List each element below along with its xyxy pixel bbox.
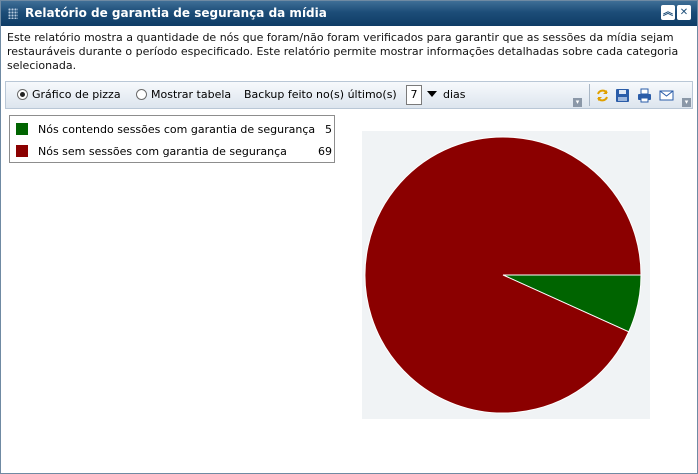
legend-swatch-protected (16, 123, 28, 135)
legend-item-unprotected[interactable]: Nós sem sessões com garantia de seguranç… (16, 143, 332, 159)
show-table-radio-label: Mostrar tabela (151, 88, 232, 101)
email-icon[interactable] (658, 87, 675, 103)
pie-chart (364, 136, 642, 414)
pie-chart-radio[interactable]: Gráfico de pizza (17, 88, 121, 101)
days-label: dias (443, 88, 466, 101)
pie-slice-unprotected[interactable] (364, 136, 642, 414)
chart-legend: Nós contendo sessões com garantia de seg… (9, 115, 335, 163)
collapse-icon[interactable]: ︽ (661, 5, 675, 20)
refresh-icon-graphic (597, 89, 608, 101)
chevron-down-icon[interactable] (427, 91, 437, 97)
close-icon[interactable]: ✕ (677, 5, 691, 20)
pie-chart-radio-button[interactable] (17, 89, 28, 100)
days-select[interactable]: 7 (406, 85, 422, 105)
legend-value-unprotected: 69 (318, 144, 332, 158)
pie-chart-radio-label: Gráfico de pizza (32, 88, 121, 101)
refresh-icon[interactable] (594, 87, 611, 103)
report-window: Relatório de garantia de segurança da mí… (0, 0, 698, 474)
toolbar-separator (589, 84, 590, 106)
show-table-radio-button[interactable] (136, 89, 147, 100)
legend-item-protected[interactable]: Nós contendo sessões com garantia de seg… (16, 121, 332, 137)
backup-period-label: Backup feito no(s) último(s) (244, 88, 397, 101)
legend-value-protected: 5 (325, 122, 332, 136)
window-title: Relatório de garantia de segurança da mí… (25, 6, 327, 20)
pie-chart-area (362, 131, 650, 419)
print-icon[interactable] (636, 87, 653, 103)
drag-grip-icon[interactable] (8, 8, 18, 19)
report-description: Este relatório mostra a quantidade de nó… (7, 31, 679, 72)
legend-label-unprotected: Nós sem sessões com garantia de seguranç… (38, 144, 287, 158)
email-icon-graphic (659, 90, 674, 100)
title-bar: Relatório de garantia de segurança da mí… (1, 1, 697, 26)
save-icon-graphic (616, 88, 629, 102)
report-toolbar: Gráfico de pizza Mostrar tabela Backup f… (5, 81, 693, 109)
toolbar-menu-icon[interactable]: ▾ (573, 98, 582, 107)
legend-swatch-unprotected (16, 145, 28, 157)
window-controls: ︽ ✕ (661, 5, 691, 20)
toolbar-menu-icon-2[interactable]: ▾ (682, 98, 691, 107)
show-table-radio[interactable]: Mostrar tabela (136, 88, 231, 101)
legend-label-protected: Nós contendo sessões com garantia de seg… (38, 122, 316, 136)
print-icon-graphic (638, 88, 651, 102)
save-icon[interactable] (614, 87, 631, 103)
